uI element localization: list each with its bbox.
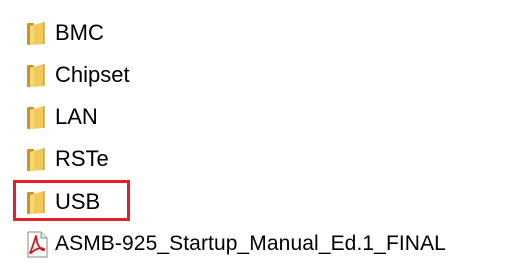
folder-item-lan[interactable]: LAN (22, 100, 98, 134)
file-label: ASMB-925_Startup_Manual_Ed.1_FINAL (55, 232, 446, 255)
folder-item-usb[interactable]: USB (22, 185, 100, 219)
folder-label: USB (55, 189, 101, 214)
folder-icon (27, 64, 45, 87)
folder-label: LAN (55, 104, 98, 129)
folder-icon (27, 22, 45, 45)
folder-label: BMC (55, 20, 104, 45)
folder-label: RSTe (55, 146, 109, 171)
folder-item-bmc[interactable]: BMC (22, 16, 104, 50)
folder-icon (27, 106, 45, 129)
folder-item-chipset[interactable]: Chipset (22, 58, 130, 92)
folder-icon (27, 191, 45, 214)
folder-icon (27, 148, 45, 171)
folder-label: Chipset (55, 62, 130, 87)
pdf-icon (27, 231, 48, 258)
folder-item-rste[interactable]: RSTe (22, 142, 109, 176)
file-item-startup-manual[interactable]: ASMB-925_Startup_Manual_Ed.1_FINAL (22, 227, 446, 261)
file-list: BMC Chipset LAN RSTe USB ASMB-925_Startu… (0, 0, 510, 271)
